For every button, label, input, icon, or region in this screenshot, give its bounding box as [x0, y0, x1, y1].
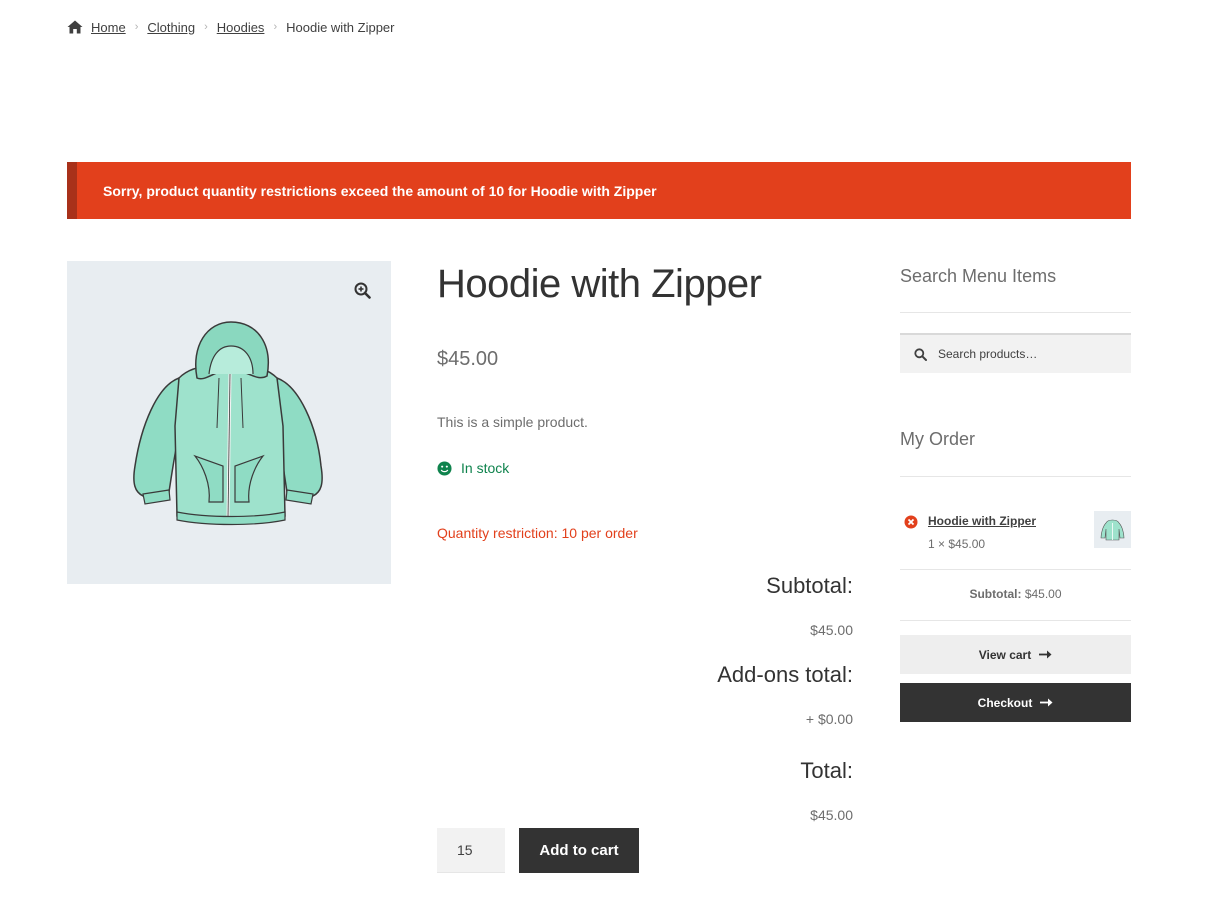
product-search: [900, 333, 1131, 373]
subtotal-value: $45.00: [810, 622, 853, 638]
error-notice: Sorry, product quantity restrictions exc…: [67, 162, 1131, 219]
breadcrumb-current: Hoodie with Zipper: [286, 19, 395, 35]
breadcrumb-link-clothing[interactable]: Clothing: [147, 20, 195, 35]
stock-status: In stock: [437, 460, 509, 476]
hoodie-image: [133, 321, 323, 526]
remove-item-icon[interactable]: [904, 515, 918, 529]
mini-cart-subtotal: Subtotal: $45.00: [900, 587, 1131, 601]
home-icon: [67, 20, 83, 34]
chevron-right-icon: ›: [273, 21, 278, 33]
search-widget-heading: Search Menu Items: [900, 266, 1057, 286]
hoodie-thumbnail[interactable]: [1094, 511, 1131, 548]
breadcrumb: Home › Clothing › Hoodies › Hoodie with …: [67, 18, 395, 36]
quantity-input[interactable]: [437, 828, 505, 873]
mini-cart-item-quantity: 1 × $45.00: [928, 537, 986, 551]
divider: [900, 312, 1131, 313]
divider: [900, 620, 1131, 621]
mini-cart-item-link[interactable]: Hoodie with Zipper: [928, 514, 1036, 528]
search-icon: [914, 347, 927, 361]
quantity-restriction-note: Quantity restriction: 10 per order: [437, 525, 638, 541]
divider: [900, 476, 1131, 477]
divider: [900, 569, 1131, 570]
chevron-right-icon: ›: [134, 21, 139, 33]
product-short-description: This is a simple product.: [437, 414, 588, 430]
add-to-cart-button[interactable]: Add to cart: [519, 828, 639, 873]
chevron-right-icon: ›: [204, 21, 208, 33]
subtotal-label: Subtotal:: [766, 573, 853, 598]
product-title: Hoodie with Zipper: [437, 262, 762, 306]
arrow-right-icon: [1040, 698, 1053, 707]
checkout-button[interactable]: Checkout: [900, 683, 1131, 722]
mini-cart-item: Hoodie with Zipper 1 × $45.00: [900, 506, 1131, 556]
zoom-in-icon[interactable]: [347, 275, 377, 305]
total-label: Total:: [800, 758, 853, 783]
view-cart-label: View cart: [978, 647, 1032, 662]
addons-total-label: Add-ons total:: [717, 662, 853, 687]
breadcrumb-link-hoodies[interactable]: Hoodies: [217, 20, 265, 35]
search-input[interactable]: [936, 346, 1120, 362]
view-cart-button[interactable]: View cart: [900, 635, 1131, 674]
mini-cart-subtotal-value: $45.00: [1024, 587, 1062, 601]
error-notice-text: Sorry, product quantity restrictions exc…: [103, 182, 657, 199]
checkout-label: Checkout: [977, 695, 1033, 710]
addons-total-value: + $0.00: [805, 711, 853, 727]
product-price: $45.00: [437, 348, 499, 370]
order-widget-heading: My Order: [900, 429, 976, 449]
stock-status-text: In stock: [461, 460, 510, 476]
total-value: $45.00: [810, 807, 853, 823]
smiley-icon: [437, 460, 452, 476]
mini-cart-subtotal-label: Subtotal:: [969, 587, 1022, 601]
breadcrumb-link-home[interactable]: Home: [91, 20, 126, 35]
arrow-right-icon: [1039, 650, 1052, 659]
product-gallery: [67, 261, 391, 584]
